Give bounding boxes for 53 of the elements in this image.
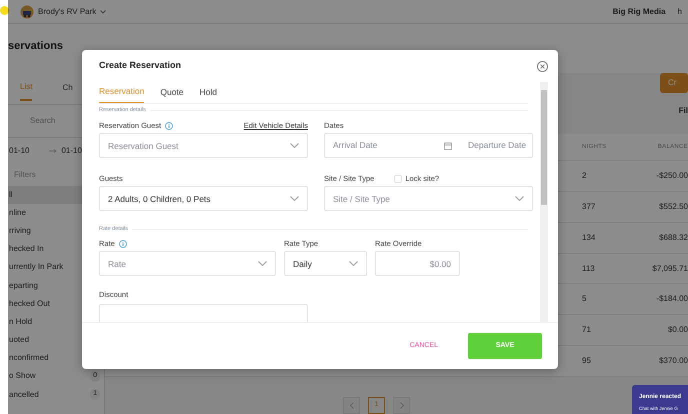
caret-icon xyxy=(100,10,106,14)
info-icon xyxy=(118,240,127,248)
chevron-down-icon xyxy=(349,261,358,266)
close-icon xyxy=(537,60,548,72)
dialog-title: Create Reservation xyxy=(99,59,182,72)
close-button[interactable] xyxy=(537,60,548,72)
dropdown-field[interactable]: Reservation Guest xyxy=(99,133,308,158)
table-cell-text: $7,095.71 xyxy=(651,262,688,275)
dialog-tab[interactable]: Hold xyxy=(200,86,217,103)
lock-site-checkbox[interactable] xyxy=(394,175,402,183)
table-cell-text: 2 xyxy=(582,170,588,182)
table-cell-text: 5 xyxy=(582,293,588,306)
park-name[interactable]: Brody's RV Park xyxy=(38,6,96,18)
view-tab[interactable]: Ch xyxy=(62,76,73,100)
table-cell-text: 134 xyxy=(582,232,596,244)
info-icon xyxy=(165,122,174,130)
dropdown-field[interactable]: Rate xyxy=(99,251,276,276)
dropdown-field[interactable]: 2 Adults, 0 Children, 0 Pets xyxy=(99,186,308,211)
chevron-down-icon xyxy=(515,196,524,201)
date-to[interactable]: 01-10 xyxy=(61,144,82,156)
chevron-right-icon xyxy=(400,402,404,409)
previous-page-button[interactable] xyxy=(343,396,360,414)
dialog-tab[interactable]: Quote xyxy=(160,86,184,103)
table-cell-text: 71 xyxy=(582,324,592,336)
table-cell-text: $370.00 xyxy=(658,355,688,368)
table-cell-text: 113 xyxy=(582,262,596,275)
dropdown-field[interactable]: Site / Site Type xyxy=(324,186,533,211)
table-cell-text: 377 xyxy=(582,200,596,213)
date-range-field[interactable]: Arrival Date Departure Date xyxy=(324,133,533,158)
table-cell-text: $552.50 xyxy=(658,200,688,213)
table-cell-text: -$250.00 xyxy=(655,170,688,182)
table-cell-text: $688.32 xyxy=(658,232,688,244)
arrow-right-icon xyxy=(49,148,58,152)
date-from[interactable]: 01-10 xyxy=(9,144,30,156)
table-cell-text: $0.00 xyxy=(666,324,688,336)
chevron-down-icon xyxy=(290,143,299,148)
calendar-icon xyxy=(444,142,452,150)
filter-label: Fil xyxy=(678,105,688,118)
company-name: Big Rig Media xyxy=(612,6,666,18)
table-cell-text: -$184.00 xyxy=(655,293,688,306)
chevron-down-icon xyxy=(290,196,299,201)
chevron-left-icon xyxy=(350,402,354,409)
table-cell-text: 95 xyxy=(582,355,592,368)
discount-field[interactable] xyxy=(99,304,308,322)
date-field[interactable]: Arrival Date xyxy=(333,139,444,152)
next-page-button[interactable] xyxy=(393,396,410,414)
cursor-dot xyxy=(0,6,9,15)
dropdown-field[interactable]: Daily xyxy=(284,251,367,276)
amount-field[interactable]: $0.00 xyxy=(375,251,460,276)
user-menu[interactable]: h xyxy=(678,6,682,18)
chevron-down-icon xyxy=(258,261,267,266)
park-logo-icon xyxy=(20,4,34,18)
scrollbar[interactable] xyxy=(540,82,548,322)
